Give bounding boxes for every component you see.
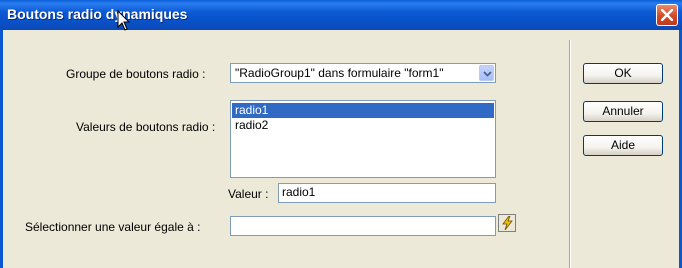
- chevron-down-icon: [483, 71, 492, 77]
- cancel-button[interactable]: Annuler: [583, 101, 663, 122]
- values-label: Valeurs de boutons radio :: [76, 120, 216, 134]
- close-button[interactable]: [656, 4, 678, 26]
- vertical-divider: [569, 40, 571, 268]
- ok-button[interactable]: OK: [583, 63, 663, 84]
- dynamic-data-button[interactable]: [498, 214, 516, 232]
- radio-group-select[interactable]: "RadioGroup1" dans formulaire "form1": [230, 63, 496, 83]
- lightning-bolt-icon: [502, 216, 513, 230]
- help-button[interactable]: Aide: [583, 135, 663, 156]
- value-input[interactable]: radio1: [278, 183, 496, 203]
- select-equal-input[interactable]: [230, 216, 496, 236]
- radio-values-list[interactable]: radio1 radio2: [230, 100, 496, 178]
- select-equal-label: Sélectionner une valeur égale à :: [25, 220, 201, 234]
- window-border-left: [0, 30, 3, 268]
- dropdown-button[interactable]: [479, 65, 494, 81]
- mouse-pointer-icon: [117, 9, 131, 32]
- dialog-title: Boutons radio dynamiques: [7, 6, 188, 22]
- title-bar[interactable]: Boutons radio dynamiques: [0, 0, 682, 32]
- value-label: Valeur :: [228, 187, 269, 201]
- radio-group-value: "RadioGroup1" dans formulaire "form1": [235, 66, 444, 80]
- list-item[interactable]: radio1: [232, 103, 494, 118]
- close-icon: [661, 9, 673, 21]
- list-item[interactable]: radio2: [232, 118, 494, 133]
- group-label: Groupe de boutons radio :: [66, 67, 206, 81]
